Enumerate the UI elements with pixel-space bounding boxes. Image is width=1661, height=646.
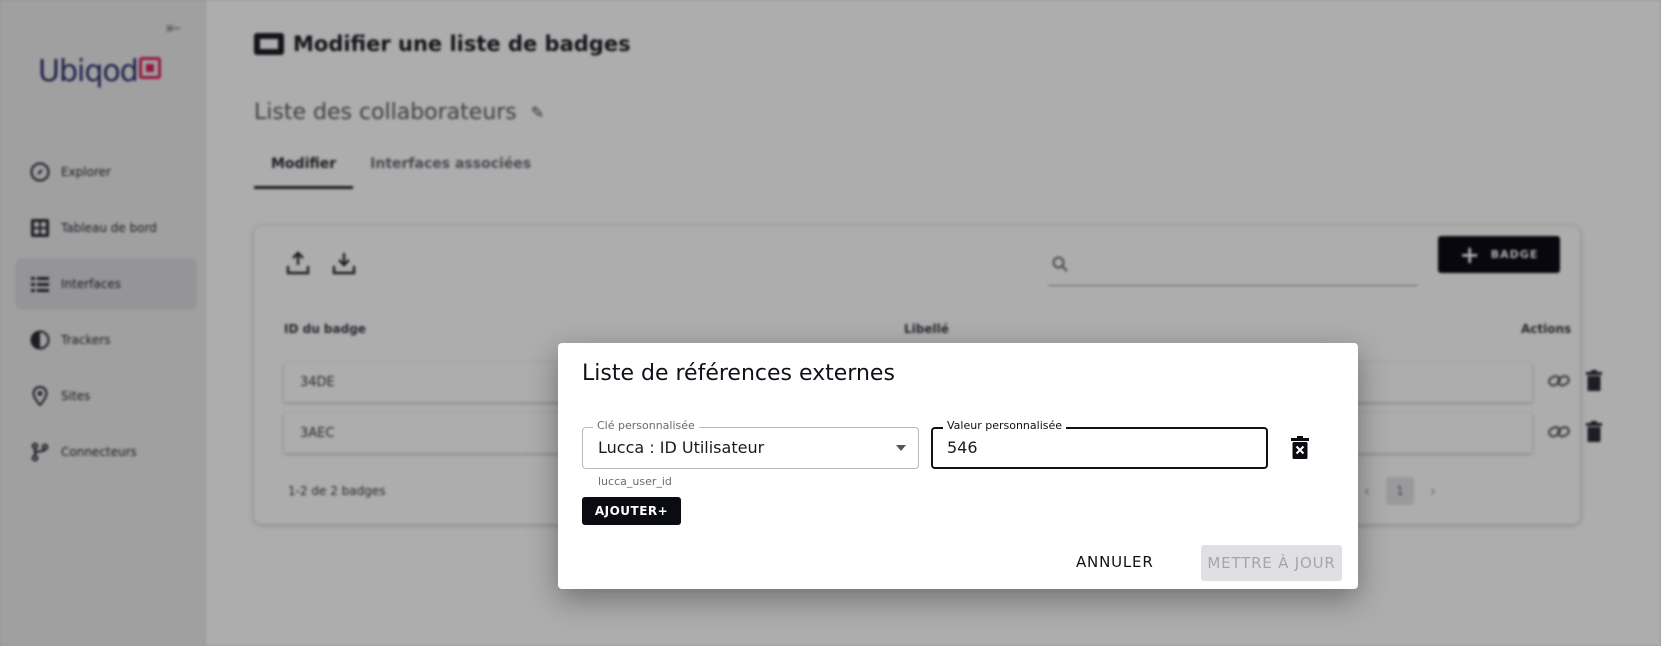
external-references-dialog: Liste de références externes Clé personn…	[558, 343, 1358, 589]
cancel-button[interactable]: ANNULER	[1066, 545, 1164, 579]
custom-value-text: 546	[947, 438, 978, 457]
delete-reference-icon[interactable]	[1286, 434, 1314, 462]
add-reference-button[interactable]: AJOUTER+	[582, 497, 681, 525]
custom-value-input[interactable]: Valeur personnalisée 546	[931, 419, 1268, 469]
caret-down-icon	[896, 445, 906, 451]
update-button[interactable]: METTRE À JOUR	[1201, 545, 1342, 581]
custom-key-select[interactable]: Clé personnalisée Lucca : ID Utilisateur	[582, 419, 919, 469]
custom-key-helper: lucca_user_id	[598, 475, 672, 488]
custom-key-label: Clé personnalisée	[593, 419, 699, 432]
custom-key-value: Lucca : ID Utilisateur	[598, 438, 765, 457]
custom-value-label: Valeur personnalisée	[943, 419, 1067, 432]
dialog-title: Liste de références externes	[582, 361, 895, 386]
